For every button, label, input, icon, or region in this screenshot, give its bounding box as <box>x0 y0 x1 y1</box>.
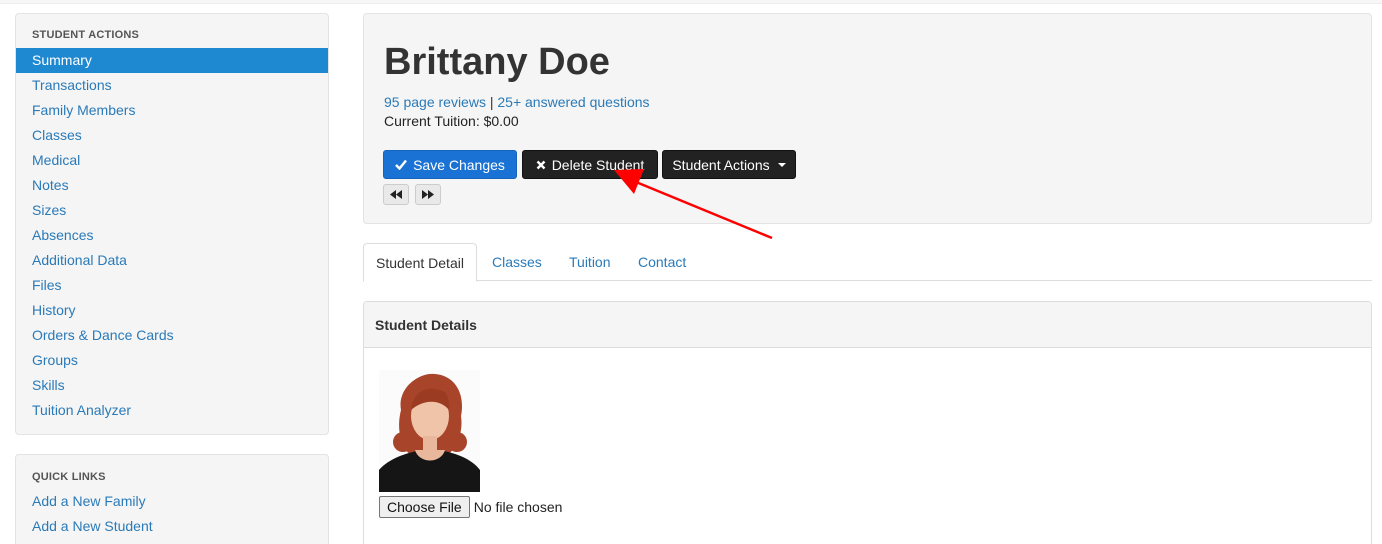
link-separator: | <box>489 94 494 110</box>
photo-upload: Choose File No file chosen <box>379 496 562 518</box>
sidebar-item-additional-data[interactable]: Additional Data <box>16 248 328 273</box>
save-changes-button[interactable]: Save Changes <box>383 150 517 179</box>
quick-link-add-family[interactable]: Add a New Family <box>16 489 328 514</box>
quick-links-panel: QUICK LINKS Add a New Family Add a New S… <box>15 454 329 544</box>
student-actions-heading: STUDENT ACTIONS <box>32 29 140 41</box>
student-tabs: Student Detail Classes Tuition Contact <box>363 243 1372 282</box>
page-title: Brittany Doe <box>384 41 610 83</box>
student-header: Brittany Doe 95 page reviews | 25+ answe… <box>363 13 1372 224</box>
sidebar-item-transactions[interactable]: Transactions <box>16 73 328 98</box>
tab-tuition[interactable]: Tuition <box>557 243 623 281</box>
student-photo <box>379 370 480 492</box>
quick-link-add-student[interactable]: Add a New Student <box>16 514 328 539</box>
quick-links-list: Add a New Family Add a New Student <box>16 489 328 539</box>
review-links: 95 page reviews | 25+ answered questions <box>384 94 650 110</box>
student-actions-list: Summary Transactions Family Members Clas… <box>16 48 328 423</box>
tab-contact[interactable]: Contact <box>626 243 698 281</box>
annotation-arrow-icon <box>614 169 773 240</box>
top-bar <box>0 0 1382 4</box>
previous-student-button[interactable] <box>383 184 409 205</box>
student-details-title: Student Details <box>364 302 1371 348</box>
sidebar-item-notes[interactable]: Notes <box>16 173 328 198</box>
x-icon <box>536 160 546 169</box>
sidebar-item-sizes[interactable]: Sizes <box>16 198 328 223</box>
sidebar-item-files[interactable]: Files <box>16 273 328 298</box>
checkmark-icon <box>395 159 408 170</box>
quick-links-heading: QUICK LINKS <box>32 471 106 483</box>
portrait-image <box>379 370 480 492</box>
sidebar-item-absences[interactable]: Absences <box>16 223 328 248</box>
sidebar-item-tuition-analyzer[interactable]: Tuition Analyzer <box>16 398 328 423</box>
sidebar-item-skills[interactable]: Skills <box>16 373 328 398</box>
save-changes-label: Save Changes <box>413 156 505 173</box>
sidebar-item-family-members[interactable]: Family Members <box>16 98 328 123</box>
sidebar-item-groups[interactable]: Groups <box>16 348 328 373</box>
sidebar-item-orders-dance-cards[interactable]: Orders & Dance Cards <box>16 323 328 348</box>
page-reviews-link[interactable]: 95 page reviews <box>384 94 486 110</box>
file-status: No file chosen <box>473 499 563 515</box>
answered-questions-link[interactable]: 25+ answered questions <box>497 94 649 110</box>
next-student-button[interactable] <box>415 184 441 205</box>
sidebar-item-summary[interactable]: Summary <box>16 48 328 73</box>
student-details-panel: Student Details Choose File No file chos… <box>363 301 1372 544</box>
current-tuition: Current Tuition: $0.00 <box>384 113 519 129</box>
sidebar-item-history[interactable]: History <box>16 298 328 323</box>
sidebar-item-medical[interactable]: Medical <box>16 148 328 173</box>
student-actions-panel: STUDENT ACTIONS Summary Transactions Fam… <box>15 13 329 435</box>
fast-forward-icon <box>422 190 434 199</box>
rewind-icon <box>390 190 402 199</box>
choose-file-button[interactable]: Choose File <box>379 496 470 518</box>
tab-classes[interactable]: Classes <box>480 243 554 281</box>
tab-student-detail[interactable]: Student Detail <box>363 243 477 282</box>
sidebar-item-classes[interactable]: Classes <box>16 123 328 148</box>
